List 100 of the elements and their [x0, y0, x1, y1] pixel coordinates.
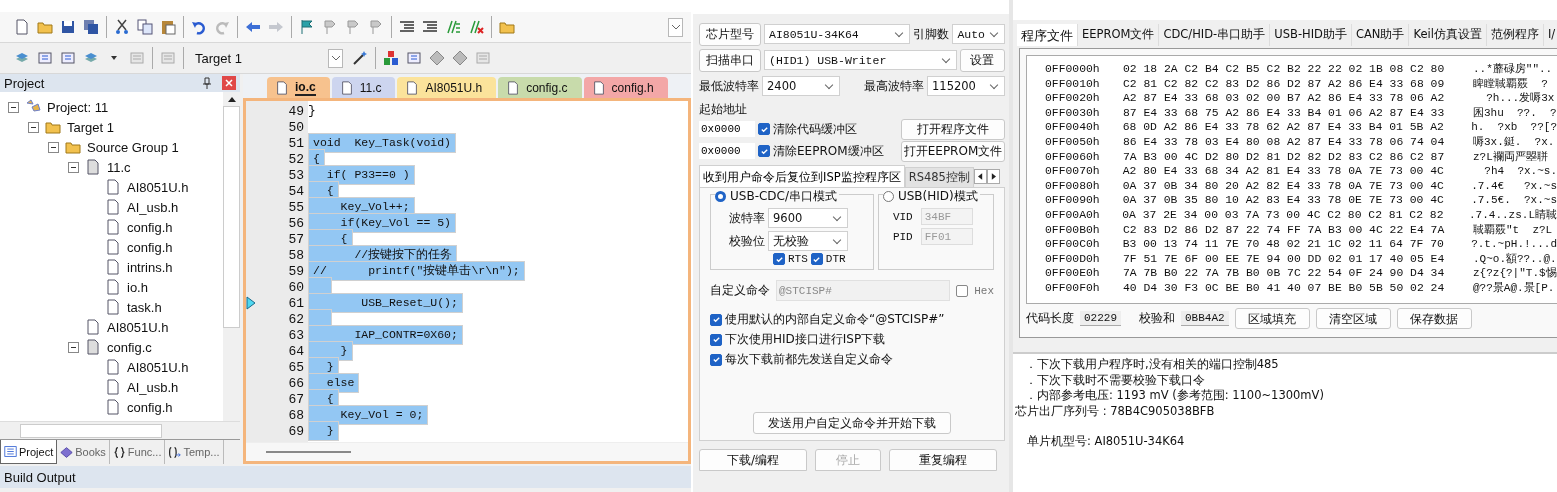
flag-icon[interactable] [299, 19, 315, 35]
action-button[interactable]: 保存数据 [1396, 307, 1472, 329]
bookmark-icon[interactable] [322, 19, 338, 35]
collapse-toggle[interactable] [68, 341, 79, 353]
checkbox[interactable] [710, 353, 722, 366]
panel-tab[interactable]: Func... [109, 440, 166, 464]
close-button[interactable] [222, 76, 236, 90]
paste-icon[interactable] [160, 19, 176, 35]
tree-item[interactable]: config.h [127, 239, 173, 255]
file-tab[interactable]: io.c [267, 77, 330, 98]
back-arrow-icon[interactable] [245, 19, 261, 35]
tab[interactable]: 收到用户命令后复位到ISP监控程序区 [699, 165, 905, 187]
chip-select[interactable]: AI8051U-34K64 [764, 24, 911, 44]
pin-count-select[interactable]: Auto [952, 24, 1005, 44]
bookmark-icon[interactable] [368, 19, 384, 35]
action-button[interactable]: 重复编程 [889, 449, 997, 471]
open-folder-icon[interactable] [37, 19, 53, 35]
tree-item[interactable]: Target 1 [67, 119, 114, 135]
hex-ascii: z?L襴両严曌聠 [1473, 149, 1548, 165]
outdent-icon[interactable] [422, 19, 438, 35]
line-number: 58 [287, 247, 305, 263]
bookmark-icon[interactable] [345, 19, 361, 35]
settings-button[interactable]: 设置 [959, 48, 1005, 72]
tree-item[interactable]: AI8051U.h [107, 319, 169, 335]
action-button[interactable]: 区域填充 [1234, 307, 1310, 329]
tree-item[interactable]: AI_usb.h [127, 379, 179, 395]
tree-item[interactable]: config.h [127, 219, 173, 235]
send-command-button[interactable]: 发送用户自定义命令并开始下载 [753, 412, 951, 434]
panel-tab[interactable]: Project [0, 440, 58, 464]
collapse-toggle[interactable] [8, 101, 19, 113]
save-icon[interactable] [60, 19, 76, 35]
tree-item[interactable]: io.h [127, 279, 148, 295]
collapse-toggle[interactable] [68, 161, 79, 173]
scrollbar-thumb[interactable] [223, 106, 240, 328]
collapse-toggle[interactable] [28, 121, 39, 133]
source-file-icon [85, 159, 101, 175]
scrollbar-thumb[interactable] [266, 451, 351, 453]
panel-tab[interactable]: Books [57, 440, 110, 464]
header-file-icon [105, 379, 121, 395]
custom-command-label: 自定义命令 [710, 282, 770, 299]
file-tab[interactable]: AI8051U.h [397, 77, 497, 98]
parity-select[interactable]: 无校验 [768, 231, 848, 251]
action-button[interactable]: 下载/编程 [699, 449, 807, 471]
scroll-up-icon[interactable] [227, 97, 236, 102]
tab[interactable]: RS485控制 [904, 167, 974, 187]
address-field[interactable]: 0x0000 [699, 143, 755, 159]
checkbox[interactable] [956, 284, 969, 297]
action-button[interactable]: 清空区域 [1315, 307, 1391, 329]
tree-item[interactable]: config.c [107, 339, 152, 355]
checkbox[interactable] [810, 253, 823, 265]
file-tab[interactable]: config.h [583, 77, 668, 98]
undo-icon[interactable] [191, 19, 207, 35]
tree-item[interactable]: config.h [127, 399, 173, 415]
comment-icon[interactable] [445, 19, 461, 35]
tree-item[interactable]: AI8051U.h [127, 179, 189, 195]
radio-button[interactable] [715, 191, 726, 202]
file-tab[interactable]: 11.c [331, 77, 396, 98]
folder-icon[interactable] [499, 19, 515, 35]
checkbox[interactable] [758, 123, 770, 135]
scan-port-button[interactable]: 扫描串口 [699, 48, 761, 72]
checkbox[interactable] [758, 145, 770, 157]
dropdown-button[interactable] [668, 17, 683, 37]
checkbox[interactable] [773, 253, 785, 265]
blocks-icon[interactable] [383, 50, 399, 66]
address-field[interactable]: 0x0000 [699, 121, 755, 137]
new-file-icon[interactable] [14, 19, 30, 35]
tree-item[interactable]: Project: 11 [47, 99, 109, 115]
tree-item[interactable]: AI_usb.h [127, 199, 179, 215]
scrollbar-thumb[interactable] [20, 424, 162, 438]
tab[interactable]: 程序文件 [1017, 24, 1078, 46]
save-all-icon[interactable] [83, 19, 99, 35]
tree-item[interactable]: task.h [127, 299, 162, 315]
panel-tab[interactable]: Temp... [165, 440, 224, 464]
tree-item[interactable]: 11.c [107, 159, 131, 175]
baud-select[interactable]: 9600 [768, 208, 848, 228]
diamond-icon[interactable] [429, 50, 445, 66]
max-baud-select[interactable]: 115200 [927, 76, 1005, 96]
checkbox[interactable] [710, 313, 722, 326]
tree-item[interactable]: intrins.h [127, 259, 173, 275]
header-file-icon [85, 319, 101, 335]
tree-item[interactable]: AI8051U.h [127, 359, 189, 375]
pin-icon[interactable] [202, 77, 212, 89]
copy-icon[interactable] [137, 19, 153, 35]
hex-address: 0FF0070h [1045, 164, 1101, 179]
magic-wand-icon[interactable] [352, 50, 368, 66]
port-select[interactable]: (HID1) USB-Writer [764, 50, 957, 70]
open-file-button[interactable]: 打开EEPROM文件 [901, 140, 1005, 162]
checkbox[interactable] [710, 333, 722, 346]
cut-icon[interactable] [114, 19, 130, 35]
collapse-toggle[interactable] [48, 141, 59, 153]
checkbox-label: 清除EEPROM缓冲区 [773, 142, 884, 160]
open-file-button[interactable]: 打开程序文件 [901, 118, 1005, 140]
min-baud-select[interactable]: 2400 [762, 76, 840, 96]
diamond-icon[interactable] [452, 50, 468, 66]
hex-address: 0FF00A0h [1045, 207, 1101, 223]
tree-item[interactable]: Source Group 1 [87, 139, 179, 155]
chip-model-button[interactable]: 芯片型号 [699, 22, 761, 46]
indent-icon[interactable] [399, 19, 415, 35]
uncomment-icon[interactable] [468, 19, 484, 35]
file-tab[interactable]: config.c [498, 77, 582, 98]
